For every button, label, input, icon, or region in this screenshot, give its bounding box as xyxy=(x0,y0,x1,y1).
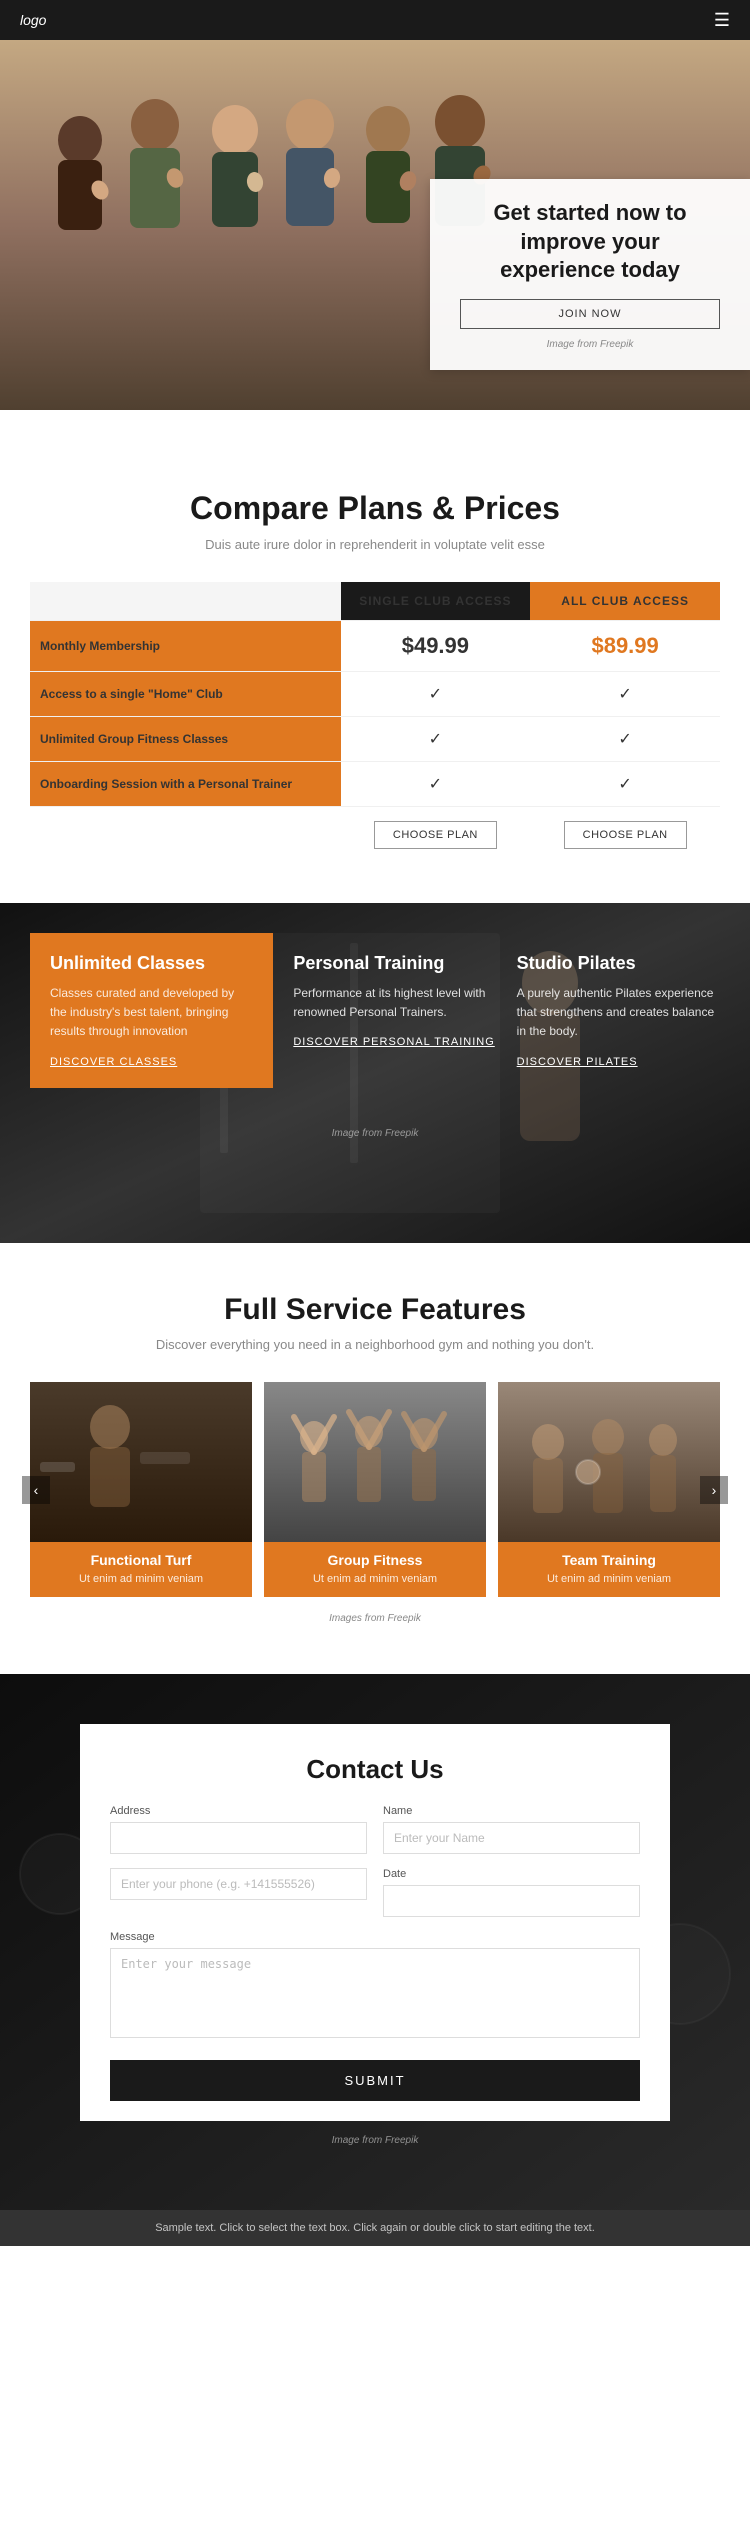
plan-header-single: SINGLE CLUB ACCESS xyxy=(341,582,531,621)
feature-label-turf: Functional Turf xyxy=(30,1542,252,1573)
services-section: Unlimited Classes Classes curated and de… xyxy=(0,903,750,1243)
features-title: Full Service Features xyxy=(30,1293,720,1327)
turf-image-svg xyxy=(30,1382,252,1542)
phone-input[interactable] xyxy=(110,1868,367,1900)
single-cell-0: $49.99 xyxy=(341,621,531,672)
services-content: Unlimited Classes Classes curated and de… xyxy=(0,903,750,1118)
service-card-training: Personal Training Performance at its hig… xyxy=(293,953,496,1088)
plan-row-2: Unlimited Group Fitness Classes✓✓ xyxy=(30,717,720,762)
service-card-pilates: Studio Pilates A purely authentic Pilate… xyxy=(517,953,720,1088)
contact-row-phone-date: Date xyxy=(110,1868,640,1917)
features-section: Full Service Features Discover everythin… xyxy=(0,1243,750,1674)
feature-3: Onboarding Session with a Personal Train… xyxy=(30,762,341,807)
name-label: Name xyxy=(383,1805,640,1817)
all-cell-1: ✓ xyxy=(530,672,720,717)
navbar: logo ☰ xyxy=(0,0,750,40)
features-carousel-wrapper: ‹ xyxy=(30,1382,720,1597)
contact-field-message: Message xyxy=(110,1931,640,2038)
feature-2: Unlimited Group Fitness Classes xyxy=(30,717,341,762)
menu-icon[interactable]: ☰ xyxy=(714,10,730,31)
all-cell-2: ✓ xyxy=(530,717,720,762)
feature-desc-fitness: Ut enim ad minim veniam xyxy=(264,1573,486,1597)
carousel-arrow-left[interactable]: ‹ xyxy=(22,1476,50,1504)
hero-credit: Image from Freepik xyxy=(460,339,720,350)
footer-hint: Sample text. Click to select the text bo… xyxy=(0,2210,750,2246)
all-cell-3: ✓ xyxy=(530,762,720,807)
service-desc-pilates: A purely authentic Pilates experience th… xyxy=(517,984,720,1042)
feature-card-team: Team Training Ut enim ad minim veniam xyxy=(498,1382,720,1597)
single-cell-2: ✓ xyxy=(341,717,531,762)
compare-subtitle: Duis aute irure dolor in reprehenderit i… xyxy=(30,537,720,552)
discover-pilates-link[interactable]: DISCOVER PILATES xyxy=(517,1056,720,1068)
date-label: Date xyxy=(383,1868,640,1880)
service-title-pilates: Studio Pilates xyxy=(517,953,720,974)
service-title-unlimited: Unlimited Classes xyxy=(50,953,253,974)
single-cell-3: ✓ xyxy=(341,762,531,807)
join-now-button[interactable]: JOIN NOW xyxy=(460,299,720,329)
plan-row-1: Access to a single "Home" Club✓✓ xyxy=(30,672,720,717)
message-label: Message xyxy=(110,1931,640,1943)
feature-card-fitness: Group Fitness Ut enim ad minim veniam xyxy=(264,1382,486,1597)
plan-row-3: Onboarding Session with a Personal Train… xyxy=(30,762,720,807)
feature-img-turf xyxy=(30,1382,252,1542)
features-credit: Images from Freepik xyxy=(30,1613,720,1624)
all-cell-0: $89.99 xyxy=(530,621,720,672)
carousel-arrow-right[interactable]: › xyxy=(700,1476,728,1504)
address-label: Address xyxy=(110,1805,367,1817)
feature-card-turf: Functional Turf Ut enim ad minim veniam xyxy=(30,1382,252,1597)
services-credit: Image from Freepik xyxy=(0,1118,750,1149)
name-input[interactable] xyxy=(383,1822,640,1854)
discover-classes-link[interactable]: DISCOVER CLASSES xyxy=(50,1056,253,1068)
service-card-unlimited: Unlimited Classes Classes curated and de… xyxy=(30,933,273,1088)
contact-field-phone xyxy=(110,1868,367,1917)
contact-card: Contact Us Address Name Date Message xyxy=(80,1724,670,2121)
message-textarea[interactable] xyxy=(110,1948,640,2038)
hero-title: Get started now to improve your experien… xyxy=(460,199,720,285)
contact-field-date: Date xyxy=(383,1868,640,1917)
feature-img-fitness xyxy=(264,1382,486,1542)
feature-1: Access to a single "Home" Club xyxy=(30,672,341,717)
hero-section: Get started now to improve your experien… xyxy=(0,40,750,410)
feature-0: Monthly Membership xyxy=(30,621,341,672)
feature-label-fitness: Group Fitness xyxy=(264,1542,486,1573)
compare-section: Compare Plans & Prices Duis aute irure d… xyxy=(0,450,750,903)
feature-desc-turf: Ut enim ad minim veniam xyxy=(30,1573,252,1597)
fitness-image-svg xyxy=(264,1382,486,1542)
submit-button[interactable]: SUBMIT xyxy=(110,2060,640,2101)
choose-row: CHOOSE PLAN CHOOSE PLAN xyxy=(30,807,720,864)
hero-credit-text: Image from Freepik xyxy=(547,339,634,350)
contact-row-name-address: Address Name xyxy=(110,1805,640,1854)
service-desc-training: Performance at its highest level with re… xyxy=(293,984,496,1022)
service-title-training: Personal Training xyxy=(293,953,496,974)
contact-field-name: Name xyxy=(383,1805,640,1854)
plans-table: SINGLE CLUB ACCESS ALL CLUB ACCESS Month… xyxy=(30,582,720,863)
choose-single-button[interactable]: CHOOSE PLAN xyxy=(374,821,497,849)
single-cell-1: ✓ xyxy=(341,672,531,717)
feature-img-team xyxy=(498,1382,720,1542)
compare-title: Compare Plans & Prices xyxy=(30,490,720,527)
team-image-svg xyxy=(498,1382,720,1542)
contact-field-address: Address xyxy=(110,1805,367,1854)
contact-section: Contact Us Address Name Date Message xyxy=(0,1674,750,2210)
plan-header-all: ALL CLUB ACCESS xyxy=(530,582,720,621)
plan-row-0: Monthly Membership$49.99$89.99 xyxy=(30,621,720,672)
choose-all-button[interactable]: CHOOSE PLAN xyxy=(564,821,687,849)
contact-credit: Image from Freepik xyxy=(0,2121,750,2160)
feature-desc-team: Ut enim ad minim veniam xyxy=(498,1573,720,1597)
contact-title: Contact Us xyxy=(110,1754,640,1785)
feature-label-team: Team Training xyxy=(498,1542,720,1573)
features-carousel: Functional Turf Ut enim ad minim veniam xyxy=(30,1382,720,1597)
service-desc-unlimited: Classes curated and developed by the ind… xyxy=(50,984,253,1042)
logo: logo xyxy=(20,12,46,28)
address-input[interactable] xyxy=(110,1822,367,1854)
discover-training-link[interactable]: DISCOVER PERSONAL TRAINING xyxy=(293,1036,496,1048)
date-input[interactable] xyxy=(383,1885,640,1917)
features-subtitle: Discover everything you need in a neighb… xyxy=(30,1337,720,1352)
hero-card: Get started now to improve your experien… xyxy=(430,179,750,370)
